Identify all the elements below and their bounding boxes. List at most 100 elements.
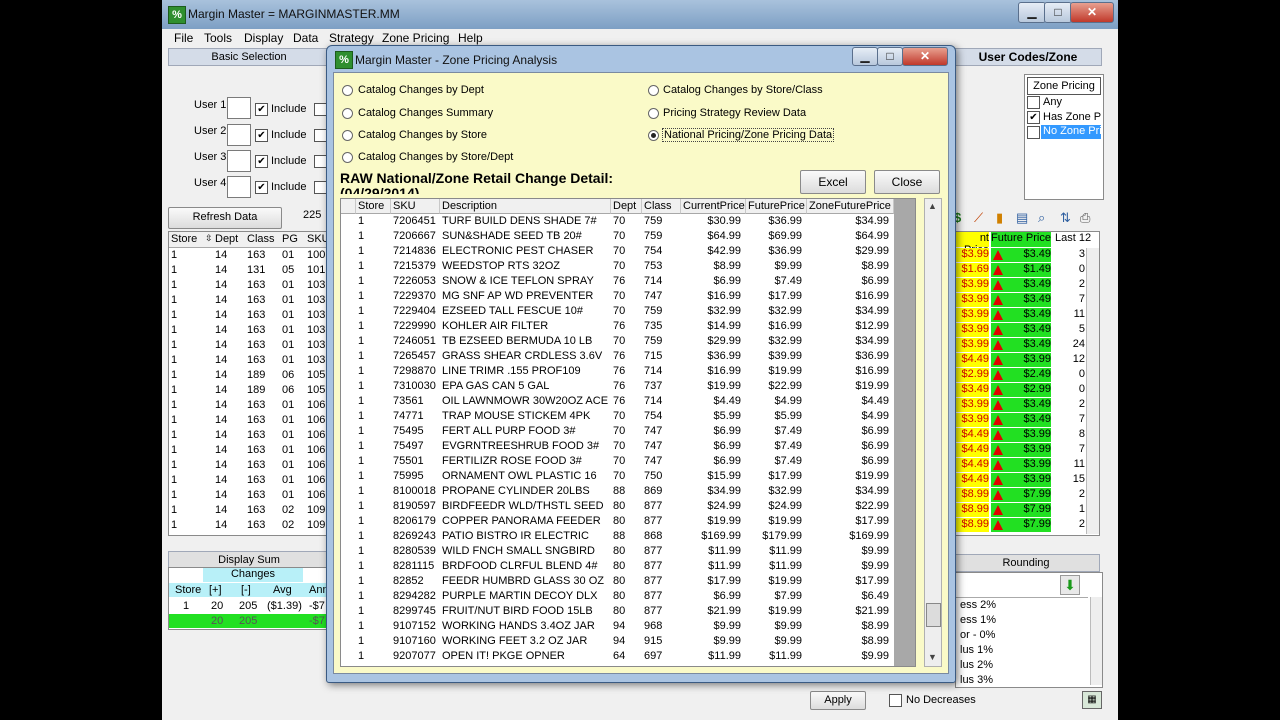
user-1-input[interactable]: [227, 97, 251, 119]
table-row[interactable]: 1 8281115 BRDFOOD CLRFUL BLEND 4# 80 877 $11.…: [341, 559, 915, 574]
right-grid-row[interactable]: $8.99 $7.99 2: [953, 518, 1099, 533]
left-grid-row[interactable]: 1 14 131 05 101: [169, 263, 333, 278]
menu-file[interactable]: File: [174, 31, 193, 45]
user-2-input[interactable]: [227, 124, 251, 146]
close-window-button[interactable]: ✕: [1070, 2, 1114, 23]
radio-catalog-summary[interactable]: [342, 108, 353, 119]
table-row[interactable]: 1 75501 FERTILIZR ROSE FOOD 3# 70 747 $6.99 $7…: [341, 454, 915, 469]
right-grid-row[interactable]: $8.99 $7.99 1: [953, 503, 1099, 518]
left-header-pg[interactable]: PG: [282, 233, 298, 245]
calculator-icon[interactable]: ▦: [1082, 691, 1102, 709]
table-row[interactable]: 1 7206667 SUN&SHADE SEED TB 20# 70 759 $64.99…: [341, 229, 915, 244]
menu-data[interactable]: Data: [293, 31, 318, 45]
left-grid-row[interactable]: 1 14 163 01 100: [169, 248, 333, 263]
table-row[interactable]: 1 75495 FERT ALL PURP FOOD 3# 70 747 $6.99 $7.…: [341, 424, 915, 439]
left-grid-row[interactable]: 1 14 163 01 103: [169, 278, 333, 293]
menu-zone-pricing[interactable]: Zone Pricing: [382, 31, 449, 45]
excel-button[interactable]: Excel: [800, 170, 866, 194]
menu-help[interactable]: Help: [458, 31, 483, 45]
rounding-item[interactable]: ess 1%: [960, 614, 996, 626]
radio-catalog-by-store-dept-label[interactable]: Catalog Changes by Store/Dept: [358, 151, 513, 163]
table-row[interactable]: 1 82852 FEEDR HUMBRD GLASS 30 OZ 80 877 $17.9…: [341, 574, 915, 589]
zone-has-checkbox[interactable]: ✔: [1027, 111, 1040, 124]
maximize-button[interactable]: □: [1044, 2, 1072, 23]
dialog-close-x-button[interactable]: ✕: [902, 47, 948, 66]
scroll-down-icon[interactable]: ▼: [928, 652, 937, 662]
user-4-include-checkbox[interactable]: ✔: [255, 181, 268, 194]
right-header-last-12[interactable]: Last 12: [1055, 232, 1095, 247]
radio-pricing-strategy-review[interactable]: [648, 108, 659, 119]
table-row[interactable]: 1 7215379 WEEDSTOP RTS 32OZ 70 753 $8.99 $9.99…: [341, 259, 915, 274]
left-grid-row[interactable]: 1 14 189 06 105: [169, 383, 333, 398]
table-row[interactable]: 1 7246051 TB EZSEED BERMUDA 10 LB 70 759 $29.…: [341, 334, 915, 349]
rounding-item[interactable]: lus 2%: [960, 659, 993, 671]
right-grid-row[interactable]: $3.99 $3.49 7: [953, 293, 1099, 308]
right-grid-scrollbar[interactable]: [1086, 248, 1099, 534]
search-icon[interactable]: ⌕: [1038, 210, 1045, 226]
bar-chart-icon[interactable]: ▮: [996, 210, 1003, 226]
radio-catalog-by-dept[interactable]: [342, 85, 353, 96]
right-grid-row[interactable]: $3.99 $3.49 11: [953, 308, 1099, 323]
radio-catalog-by-store-dept[interactable]: [342, 152, 353, 163]
col-store[interactable]: Store: [356, 199, 391, 214]
left-header-store[interactable]: Store: [171, 233, 197, 245]
right-header-current-price[interactable]: nt Price: [953, 232, 989, 256]
left-grid-row[interactable]: 1 14 163 02 109: [169, 503, 333, 518]
minimize-button[interactable]: ▁: [1018, 2, 1046, 23]
user-1-include-checkbox[interactable]: ✔: [255, 103, 268, 116]
left-grid-row[interactable]: 1 14 163 01 103: [169, 323, 333, 338]
zone-none-checkbox[interactable]: [1027, 126, 1040, 139]
left-grid-row[interactable]: 1 14 163 01 106: [169, 398, 333, 413]
report-icon[interactable]: ▤: [1016, 210, 1028, 226]
dialog-maximize-button[interactable]: □: [877, 47, 903, 66]
table-row[interactable]: 1 9107152 WORKING HANDS 3.4OZ JAR 94 968 $9.9…: [341, 619, 915, 634]
radio-catalog-summary-label[interactable]: Catalog Changes Summary: [358, 107, 493, 119]
table-row[interactable]: 1 8269243 PATIO BISTRO IR ELECTRIC 88 868 $16…: [341, 529, 915, 544]
changes-row-2[interactable]: 20 205 -$7: [169, 614, 329, 628]
col-dept[interactable]: Dept: [611, 199, 642, 214]
right-grid-row[interactable]: $4.49 $3.99 15: [953, 473, 1099, 488]
table-row[interactable]: 1 8280539 WILD FNCH SMALL SNGBIRD 80 877 $11.…: [341, 544, 915, 559]
radio-pricing-strategy-review-label[interactable]: Pricing Strategy Review Data: [663, 107, 806, 119]
close-button[interactable]: Close: [874, 170, 940, 194]
radio-catalog-by-store-class[interactable]: [648, 85, 659, 96]
right-grid-row[interactable]: $4.49 $3.99 12: [953, 353, 1099, 368]
rounding-item[interactable]: or - 0%: [960, 629, 995, 641]
left-grid-row[interactable]: 1 14 163 01 103: [169, 353, 333, 368]
right-grid-row[interactable]: $3.99 $3.49 7: [953, 413, 1099, 428]
left-grid-row[interactable]: 1 14 189 06 105: [169, 368, 333, 383]
col-sku[interactable]: SKU: [391, 199, 440, 214]
rounding-item[interactable]: ess 2%: [960, 599, 996, 611]
left-header-class[interactable]: Class: [247, 233, 275, 245]
left-grid-row[interactable]: 1 14 163 01 103: [169, 308, 333, 323]
scrollbar-thumb[interactable]: [926, 603, 941, 627]
right-grid-row[interactable]: $4.49 $3.99 11: [953, 458, 1099, 473]
user-2-include-checkbox[interactable]: ✔: [255, 129, 268, 142]
table-row[interactable]: 1 75995 ORNAMENT OWL PLASTIC 16 70 750 $15.99…: [341, 469, 915, 484]
no-decreases-checkbox[interactable]: [889, 694, 902, 707]
table-row[interactable]: 1 7214836 ELECTRONIC PEST CHASER 70 754 $42.9…: [341, 244, 915, 259]
radio-catalog-by-store-class-label[interactable]: Catalog Changes by Store/Class: [663, 84, 823, 96]
rounding-item[interactable]: lus 1%: [960, 644, 993, 656]
table-row[interactable]: 1 75497 EVGRNTREESHRUB FOOD 3# 70 747 $6.99 $7…: [341, 439, 915, 454]
apply-button[interactable]: Apply: [810, 691, 866, 710]
left-grid-row[interactable]: 1 14 163 01 103: [169, 293, 333, 308]
right-grid-row[interactable]: $3.99 $3.49 2: [953, 278, 1099, 293]
table-row[interactable]: 1 74771 TRAP MOUSE STICKEM 4PK 70 754 $5.99 $5…: [341, 409, 915, 424]
rounding-item[interactable]: lus 3%: [960, 674, 993, 686]
left-grid-row[interactable]: 1 14 163 01 106: [169, 488, 333, 503]
right-grid-row[interactable]: $4.49 $3.99 7: [953, 443, 1099, 458]
col-class[interactable]: Class: [642, 199, 681, 214]
scroll-up-icon[interactable]: ▲: [928, 201, 937, 211]
user-4-input[interactable]: [227, 176, 251, 198]
right-grid-row[interactable]: $3.99 $3.49 24: [953, 338, 1099, 353]
left-grid-row[interactable]: 1 14 163 02 109: [169, 518, 333, 533]
table-row[interactable]: 1 7206451 TURF BUILD DENS SHADE 7# 70 759 $30…: [341, 214, 915, 229]
col-current-price[interactable]: CurrentPrice: [681, 199, 746, 214]
right-grid-row[interactable]: $8.99 $7.99 2: [953, 488, 1099, 503]
table-row[interactable]: 1 7265457 GRASS SHEAR CRDLESS 3.6V 76 715 $36…: [341, 349, 915, 364]
table-row[interactable]: 1 8100018 PROPANE CYLINDER 20LBS 88 869 $34.9…: [341, 484, 915, 499]
left-grid-row[interactable]: 1 14 163 01 106: [169, 413, 333, 428]
print-icon[interactable]: ⎙: [1080, 210, 1090, 226]
radio-national-zone-pricing[interactable]: [648, 130, 659, 141]
